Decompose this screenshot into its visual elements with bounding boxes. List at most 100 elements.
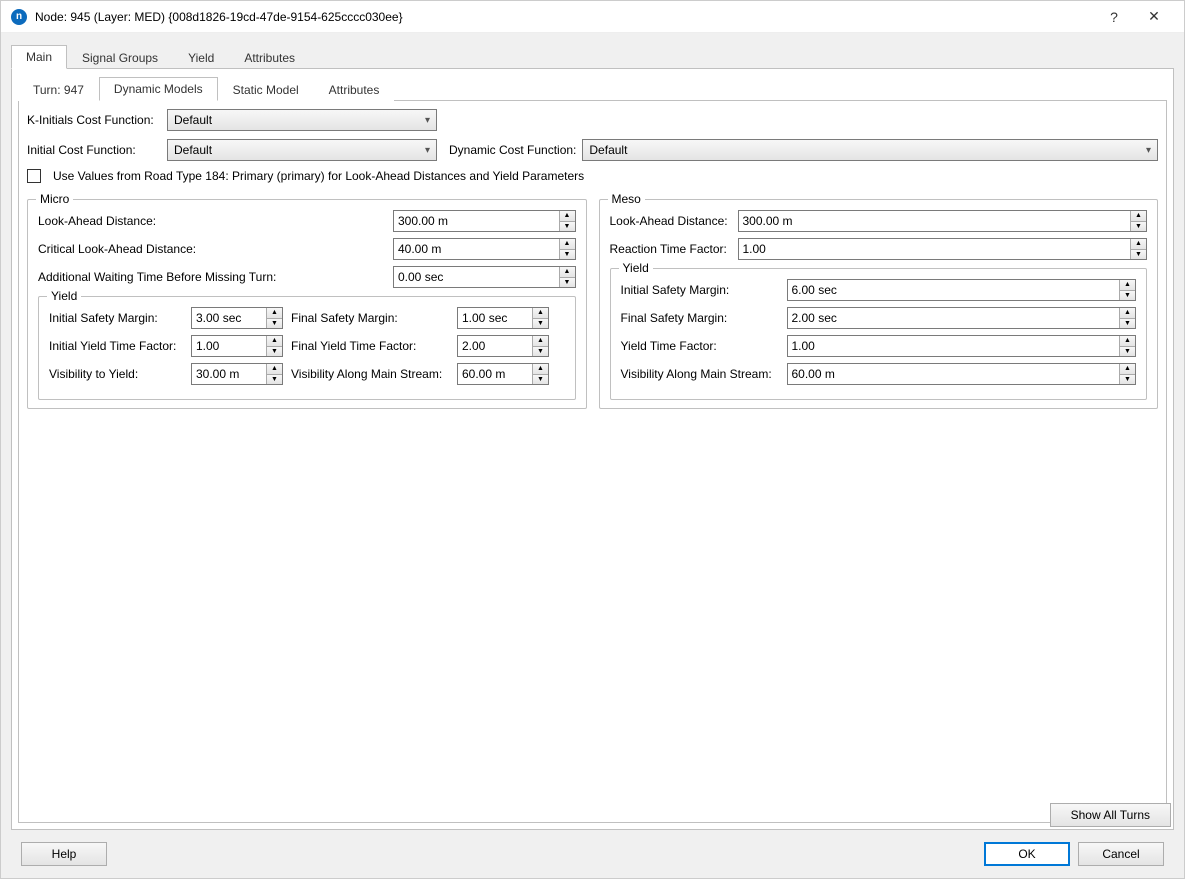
dynamic-cost-value: Default (589, 143, 627, 157)
micro-lad-spinner[interactable]: 300.00 m ▲▼ (393, 210, 576, 232)
spinner-buttons[interactable]: ▲▼ (1119, 308, 1135, 328)
dynamic-cost-combo[interactable]: Default ▾ (582, 139, 1158, 161)
spinner-buttons[interactable]: ▲▼ (559, 239, 575, 259)
micro-iytf-spinner[interactable]: 1.00▲▼ (191, 335, 283, 357)
micro-iytf-value: 1.00 (192, 336, 266, 356)
micro-ism-spinner[interactable]: 3.00 sec▲▼ (191, 307, 283, 329)
window-title: Node: 945 (Layer: MED) {008d1826-19cd-47… (35, 10, 1094, 24)
inner-tab-dynamic-models[interactable]: Dynamic Models (99, 77, 218, 101)
spinner-buttons[interactable]: ▲▼ (559, 267, 575, 287)
tab-main[interactable]: Main (11, 45, 67, 69)
tab-yield[interactable]: Yield (173, 46, 229, 69)
initial-cost-label: Initial Cost Function: (27, 143, 161, 157)
inner-tab-attributes[interactable]: Attributes (314, 78, 395, 101)
app-icon: n (11, 9, 27, 25)
micro-vty-label: Visibility to Yield: (49, 367, 191, 381)
spinner-buttons[interactable]: ▲▼ (1119, 280, 1135, 300)
meso-legend: Meso (608, 192, 645, 206)
initial-cost-value: Default (174, 143, 212, 157)
spinner-buttons[interactable]: ▲▼ (1119, 336, 1135, 356)
meso-yield-group: Yield Initial Safety Margin: 6.00 sec▲▼ … (610, 268, 1148, 400)
tab-signal-groups[interactable]: Signal Groups (67, 46, 173, 69)
micro-fsm-label: Final Safety Margin: (291, 311, 457, 325)
micro-vams-label: Visibility Along Main Stream: (291, 367, 457, 381)
inner-tab-static-model[interactable]: Static Model (218, 78, 314, 101)
use-values-checkbox[interactable] (27, 169, 41, 183)
micro-vty-spinner[interactable]: 30.00 m▲▼ (191, 363, 283, 385)
micro-vams-value: 60.00 m (458, 364, 532, 384)
inner-tab-turn[interactable]: Turn: 947 (18, 78, 99, 101)
spinner-buttons[interactable]: ▲▼ (532, 364, 548, 384)
body-area: Main Signal Groups Yield Attributes Turn… (1, 33, 1184, 878)
spinner-buttons[interactable]: ▲▼ (266, 364, 282, 384)
micro-fytf-spinner[interactable]: 2.00▲▼ (457, 335, 549, 357)
micro-yield-legend: Yield (47, 289, 81, 303)
help-icon[interactable]: ? (1094, 9, 1134, 25)
meso-vams-value: 60.00 m (788, 364, 1120, 384)
meso-ism-value: 6.00 sec (788, 280, 1120, 300)
close-icon[interactable]: ✕ (1134, 8, 1174, 25)
meso-rtf-value: 1.00 (739, 239, 1131, 259)
use-values-label: Use Values from Road Type 184: Primary (… (53, 169, 584, 183)
meso-vams-spinner[interactable]: 60.00 m▲▼ (787, 363, 1137, 385)
meso-fsm-spinner[interactable]: 2.00 sec▲▼ (787, 307, 1137, 329)
meso-group: Meso Look-Ahead Distance: 300.00 m▲▼ Rea… (599, 199, 1159, 409)
micro-clad-value: 40.00 m (394, 239, 559, 259)
ok-button[interactable]: OK (984, 842, 1070, 866)
micro-fytf-label: Final Yield Time Factor: (291, 339, 457, 353)
micro-await-label: Additional Waiting Time Before Missing T… (38, 270, 393, 284)
help-button[interactable]: Help (21, 842, 107, 866)
meso-ism-label: Initial Safety Margin: (621, 283, 787, 297)
dynamic-cost-label: Dynamic Cost Function: (449, 143, 576, 157)
spinner-buttons[interactable]: ▲▼ (1130, 211, 1146, 231)
meso-yield-legend: Yield (619, 261, 653, 275)
cancel-button[interactable]: Cancel (1078, 842, 1164, 866)
micro-fsm-spinner[interactable]: 1.00 sec▲▼ (457, 307, 549, 329)
meso-rtf-spinner[interactable]: 1.00▲▼ (738, 238, 1148, 260)
meso-ism-spinner[interactable]: 6.00 sec▲▼ (787, 279, 1137, 301)
micro-await-value: 0.00 sec (394, 267, 559, 287)
initial-cost-combo[interactable]: Default ▾ (167, 139, 437, 161)
spinner-buttons[interactable]: ▲▼ (266, 336, 282, 356)
meso-ytf-value: 1.00 (788, 336, 1120, 356)
micro-clad-label: Critical Look-Ahead Distance: (38, 242, 393, 256)
micro-lad-value: 300.00 m (394, 211, 559, 231)
micro-lad-label: Look-Ahead Distance: (38, 214, 393, 228)
spinner-buttons[interactable]: ▲▼ (532, 308, 548, 328)
meso-vams-label: Visibility Along Main Stream: (621, 367, 787, 381)
micro-group: Micro Look-Ahead Distance: 300.00 m ▲▼ (27, 199, 587, 409)
meso-ytf-label: Yield Time Factor: (621, 339, 787, 353)
meso-rtf-label: Reaction Time Factor: (610, 242, 738, 256)
meso-lad-label: Look-Ahead Distance: (610, 214, 738, 228)
inner-tabstrip: Turn: 947 Dynamic Models Static Model At… (18, 75, 1167, 100)
spinner-buttons[interactable]: ▲▼ (1130, 239, 1146, 259)
main-tab-page: Turn: 947 Dynamic Models Static Model At… (11, 68, 1174, 830)
dialog-window: n Node: 945 (Layer: MED) {008d1826-19cd-… (0, 0, 1185, 879)
micro-fsm-value: 1.00 sec (458, 308, 532, 328)
meso-lad-value: 300.00 m (739, 211, 1131, 231)
k-initials-cost-value: Default (174, 113, 212, 127)
titlebar: n Node: 945 (Layer: MED) {008d1826-19cd-… (1, 1, 1184, 33)
micro-clad-spinner[interactable]: 40.00 m ▲▼ (393, 238, 576, 260)
footer: Help OK Cancel (11, 830, 1174, 878)
spinner-buttons[interactable]: ▲▼ (559, 211, 575, 231)
spinner-buttons[interactable]: ▲▼ (532, 336, 548, 356)
chevron-down-icon: ▾ (425, 115, 430, 126)
chevron-down-icon: ▾ (425, 145, 430, 156)
micro-vty-value: 30.00 m (192, 364, 266, 384)
micro-vams-spinner[interactable]: 60.00 m▲▼ (457, 363, 549, 385)
spinner-buttons[interactable]: ▲▼ (266, 308, 282, 328)
chevron-down-icon: ▾ (1146, 145, 1151, 156)
meso-fsm-value: 2.00 sec (788, 308, 1120, 328)
meso-ytf-spinner[interactable]: 1.00▲▼ (787, 335, 1137, 357)
micro-await-spinner[interactable]: 0.00 sec ▲▼ (393, 266, 576, 288)
meso-lad-spinner[interactable]: 300.00 m▲▼ (738, 210, 1148, 232)
k-initials-cost-combo[interactable]: Default ▾ (167, 109, 437, 131)
tab-attributes[interactable]: Attributes (229, 46, 310, 69)
micro-ism-value: 3.00 sec (192, 308, 266, 328)
show-all-turns-button[interactable]: Show All Turns (1050, 803, 1171, 827)
micro-fytf-value: 2.00 (458, 336, 532, 356)
micro-iytf-label: Initial Yield Time Factor: (49, 339, 191, 353)
spinner-buttons[interactable]: ▲▼ (1119, 364, 1135, 384)
meso-fsm-label: Final Safety Margin: (621, 311, 787, 325)
